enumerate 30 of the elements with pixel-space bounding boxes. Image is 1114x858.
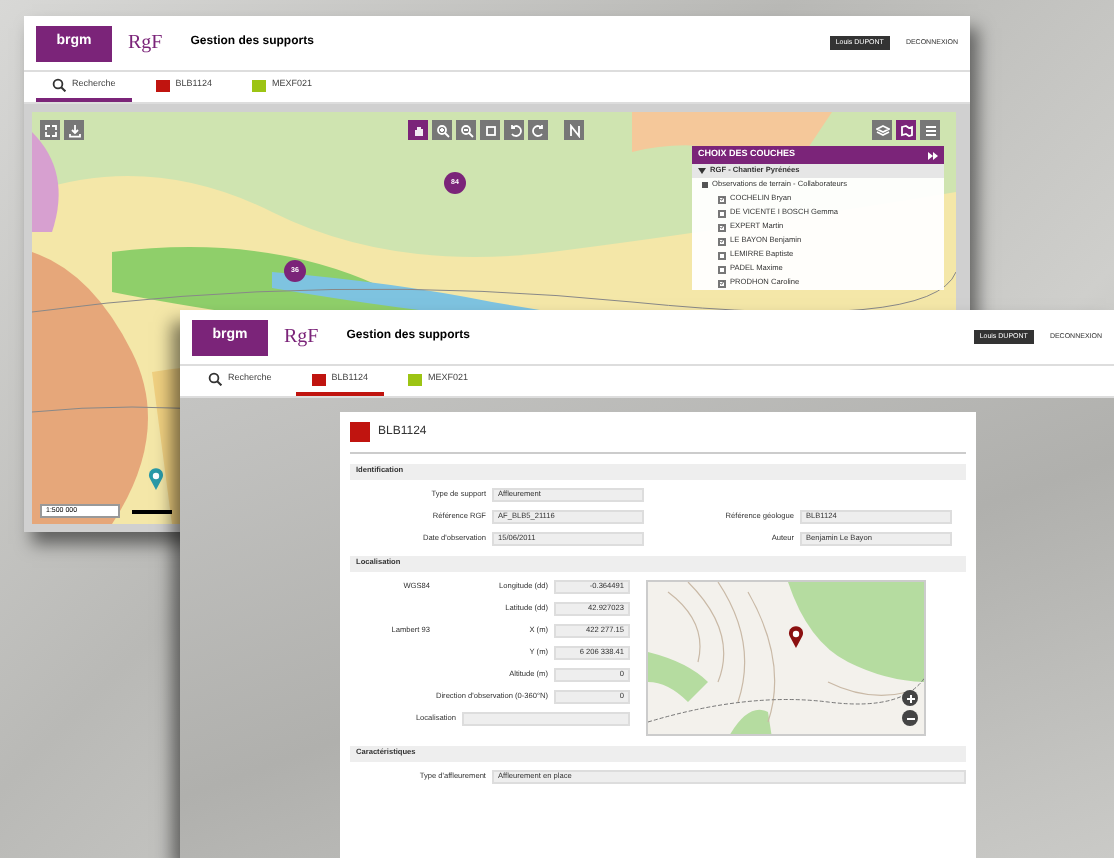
- brand-logo: RgF: [128, 30, 163, 58]
- checkbox[interactable]: [718, 265, 726, 273]
- fullscreen-icon[interactable]: [40, 120, 60, 140]
- map-icon[interactable]: [896, 120, 916, 140]
- download-icon[interactable]: [64, 120, 84, 140]
- minus-icon: [905, 713, 915, 723]
- brand-logo: RgF: [284, 324, 319, 352]
- search-icon: [52, 78, 66, 92]
- checkbox[interactable]: [718, 223, 726, 231]
- list-icon[interactable]: [920, 120, 940, 140]
- collapse-icon: [928, 151, 938, 159]
- north-arrow-icon[interactable]: [564, 120, 584, 140]
- zoom-in-icon[interactable]: [432, 120, 452, 140]
- checkbox[interactable]: [718, 237, 726, 245]
- map-pin-icon: [788, 626, 804, 648]
- input-field[interactable]: [462, 712, 630, 726]
- caret-icon: [698, 168, 706, 174]
- checkbox[interactable]: [718, 251, 726, 259]
- checkbox[interactable]: [718, 279, 726, 287]
- map-pin-icon: [148, 468, 164, 490]
- checkbox[interactable]: [718, 209, 726, 217]
- plus-icon: [905, 693, 915, 703]
- extent-icon[interactable]: [480, 120, 500, 140]
- redo-icon[interactable]: [528, 120, 548, 140]
- layers-icon[interactable]: [872, 120, 892, 140]
- zoom-out-icon[interactable]: [456, 120, 476, 140]
- checkbox[interactable]: [718, 195, 726, 203]
- search-icon: [208, 372, 222, 386]
- undo-icon[interactable]: [504, 120, 524, 140]
- scale-bar: [132, 510, 172, 514]
